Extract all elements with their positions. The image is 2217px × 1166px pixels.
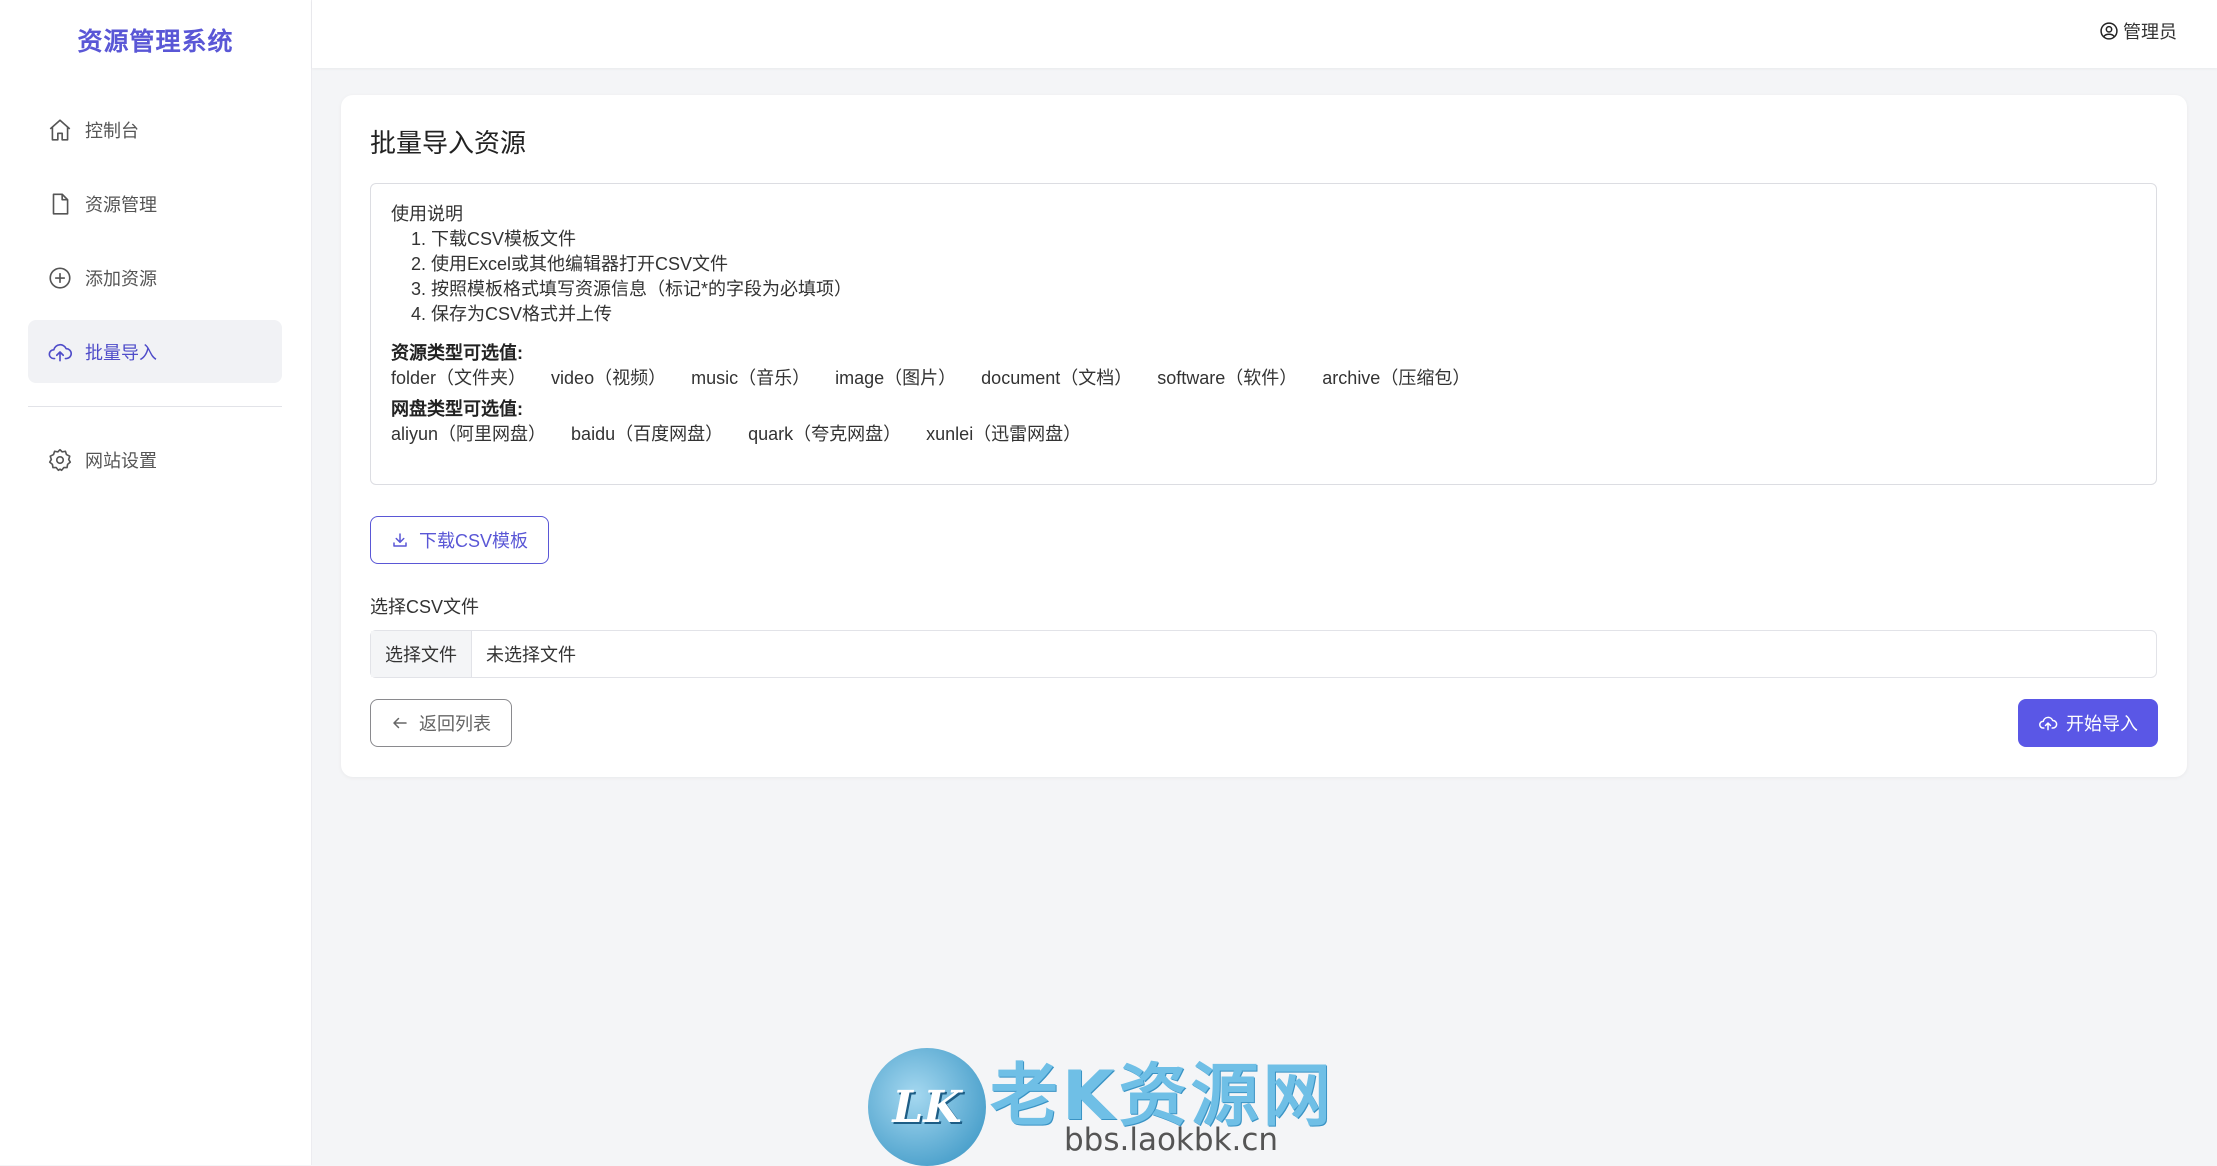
plus-circle-icon — [47, 265, 73, 291]
user-menu[interactable]: 管理员 — [2099, 18, 2177, 44]
resource-type-option: document（文档） — [981, 368, 1133, 388]
resource-type-option: video（视频） — [551, 368, 667, 388]
watermark-logo-text: LK — [892, 1081, 962, 1133]
brand-title: 资源管理系统 — [77, 28, 234, 56]
sidebar-item-label: 控制台 — [85, 120, 139, 141]
resource-type-option: software（软件） — [1157, 368, 1298, 388]
instructions-heading: 使用说明 — [391, 204, 463, 224]
choose-file-button[interactable]: 选择文件 — [371, 631, 472, 677]
disk-type-option: xunlei（迅雷网盘） — [926, 424, 1082, 444]
sidebar-nav: 控制台 资源管理 添加资源 批量导入 — [28, 98, 282, 394]
resource-type-option: archive（压缩包） — [1322, 368, 1471, 388]
arrow-left-icon — [391, 714, 409, 732]
top-bar: 管理员 — [312, 0, 2217, 68]
file-field-label: 选择CSV文件 — [370, 597, 480, 617]
instruction-step: 下载CSV模板文件 — [431, 227, 2136, 252]
watermark-logo: LK — [868, 1048, 986, 1166]
site-watermark: LK 老K资源网 bbs.laokbk.cn — [868, 1040, 1348, 1166]
watermark-url: bbs.laokbk.cn — [1064, 1122, 1279, 1158]
disk-type-option: baidu（百度网盘） — [571, 424, 724, 444]
resource-types-list: folder（文件夹） video（视频） music（音乐） image（图片… — [391, 366, 2136, 391]
instruction-step: 使用Excel或其他编辑器打开CSV文件 — [431, 252, 2136, 277]
sidebar-item-add-resource[interactable]: 添加资源 — [28, 246, 282, 309]
resource-types-label: 资源类型可选值: — [391, 343, 523, 363]
sidebar-item-label: 资源管理 — [85, 194, 157, 215]
disk-types-list: aliyun（阿里网盘） baidu（百度网盘） quark（夸克网盘） xun… — [391, 422, 2136, 447]
file-status-text: 未选择文件 — [486, 645, 576, 665]
instruction-step: 保存为CSV格式并上传 — [431, 302, 2136, 327]
instruction-step: 按照模板格式填写资源信息（标记*的字段为必填项） — [431, 277, 2136, 302]
disk-type-option: aliyun（阿里网盘） — [391, 424, 547, 444]
sidebar: 资源管理系统 控制台 资源管理 添加资源 批量导入 网站设置 — [0, 0, 312, 1165]
disk-type-option: quark（夸克网盘） — [748, 424, 902, 444]
sidebar-item-site-settings[interactable]: 网站设置 — [28, 428, 282, 491]
resource-type-option: folder（文件夹） — [391, 368, 527, 388]
disk-types-label: 网盘类型可选值: — [391, 399, 523, 419]
sidebar-nav-secondary: 网站设置 — [28, 428, 282, 502]
user-name: 管理员 — [2123, 22, 2177, 42]
page-title: 批量导入资源 — [370, 128, 527, 158]
start-import-label: 开始导入 — [2066, 714, 2138, 734]
sidebar-item-resources[interactable]: 资源管理 — [28, 172, 282, 235]
sidebar-item-batch-import[interactable]: 批量导入 — [28, 320, 282, 383]
sidebar-item-dashboard[interactable]: 控制台 — [28, 98, 282, 161]
instructions-panel: 使用说明 下载CSV模板文件 使用Excel或其他编辑器打开CSV文件 按照模板… — [370, 183, 2157, 485]
back-to-list-label: 返回列表 — [419, 714, 491, 734]
instructions-steps: 下载CSV模板文件 使用Excel或其他编辑器打开CSV文件 按照模板格式填写资… — [411, 227, 2136, 327]
sidebar-divider — [28, 406, 282, 407]
download-icon — [391, 531, 409, 549]
resource-type-option: music（音乐） — [691, 368, 811, 388]
download-template-label: 下载CSV模板 — [419, 531, 529, 551]
csv-file-input[interactable]: 选择文件 未选择文件 — [370, 630, 2157, 678]
cloud-upload-icon — [47, 339, 73, 365]
file-icon — [47, 191, 73, 217]
sidebar-item-label: 网站设置 — [85, 450, 157, 471]
home-icon — [47, 117, 73, 143]
sidebar-item-label: 批量导入 — [85, 342, 157, 363]
start-import-button[interactable]: 开始导入 — [2018, 699, 2158, 747]
download-template-button[interactable]: 下载CSV模板 — [370, 516, 550, 564]
back-to-list-button[interactable]: 返回列表 — [370, 699, 512, 747]
batch-import-card: 批量导入资源 使用说明 下载CSV模板文件 使用Excel或其他编辑器打开CSV… — [341, 95, 2187, 777]
cloud-upload-icon — [2038, 713, 2058, 733]
user-circle-icon — [2099, 21, 2119, 41]
gear-icon — [47, 447, 73, 473]
sidebar-item-label: 添加资源 — [85, 268, 157, 289]
resource-type-option: image（图片） — [835, 368, 957, 388]
